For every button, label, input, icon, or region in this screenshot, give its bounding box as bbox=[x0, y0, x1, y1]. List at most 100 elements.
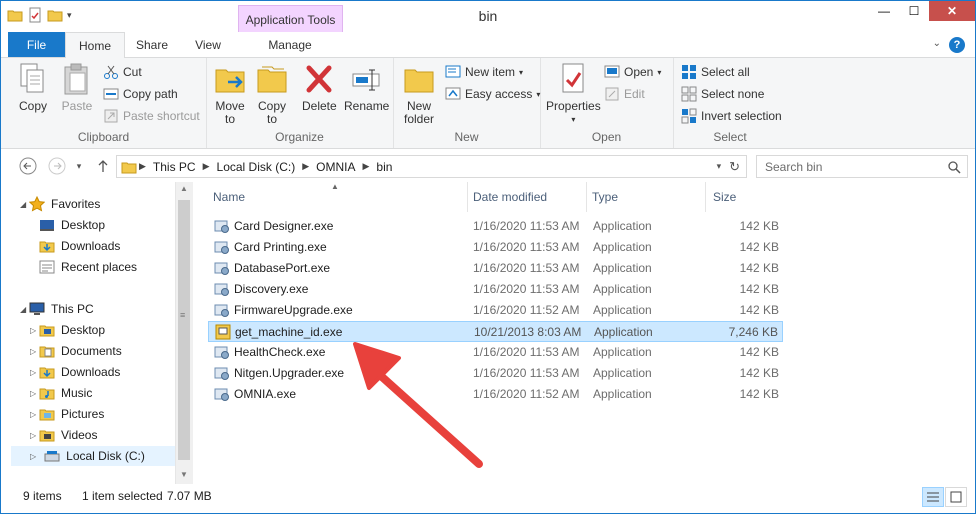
breadcrumb-separator[interactable]: ▶ bbox=[203, 161, 210, 172]
open-button[interactable]: Open ▾ bbox=[604, 64, 661, 80]
nav-favorites[interactable]: Favorites bbox=[29, 194, 100, 214]
new-folder-button[interactable]: New folder bbox=[403, 62, 435, 126]
cut-button[interactable]: Cut bbox=[103, 64, 142, 80]
navigation-scrollbar-thumb[interactable] bbox=[178, 200, 190, 460]
delete-button[interactable]: Delete bbox=[302, 62, 337, 113]
installer-app-icon bbox=[215, 324, 231, 340]
move-to-button[interactable]: Move to bbox=[214, 62, 246, 126]
details-view-button[interactable] bbox=[922, 487, 944, 507]
back-button[interactable] bbox=[18, 157, 38, 175]
move-to-icon bbox=[215, 69, 245, 93]
easy-access-button[interactable]: Easy access ▾ bbox=[445, 86, 540, 102]
breadcrumb-this-pc[interactable]: This PC bbox=[153, 160, 196, 174]
nav-pc-desktop[interactable]: Desktop bbox=[39, 320, 105, 340]
expand-music-icon[interactable]: ▷ bbox=[30, 389, 36, 398]
file-row[interactable]: Discovery.exe 1/16/2020 11:53 AM Applicati… bbox=[208, 279, 783, 300]
column-header-name-label: Name bbox=[213, 190, 246, 204]
properties-button[interactable]: Properties ▾ bbox=[546, 62, 601, 126]
collapse-this-pc-icon[interactable]: ◢ bbox=[20, 305, 26, 314]
computer-icon bbox=[29, 302, 45, 315]
file-row[interactable]: Nitgen.Upgrader.exe 1/16/2020 11:53 AM App… bbox=[208, 363, 783, 384]
breadcrumb-omnia[interactable]: OMNIA bbox=[316, 160, 355, 174]
file-row[interactable]: Card Designer.exe 1/16/2020 11:53 AM Appli… bbox=[208, 216, 783, 237]
application-icon bbox=[214, 262, 229, 275]
tab-manage[interactable]: Manage bbox=[239, 32, 341, 57]
file-row[interactable]: HealthCheck.exe 1/16/2020 11:53 AM Applica… bbox=[208, 342, 783, 363]
navigation-scrollbar[interactable]: ▲ ≡ ▼ bbox=[175, 182, 193, 484]
downloads-folder-icon bbox=[39, 367, 55, 379]
file-row[interactable]: FirmwareUpgrade.exe 1/16/2020 11:52 AM App… bbox=[208, 300, 783, 321]
help-icon[interactable]: ? bbox=[949, 37, 965, 53]
nav-music[interactable]: Music bbox=[39, 383, 92, 403]
up-button[interactable] bbox=[93, 157, 113, 175]
column-header-type[interactable]: Type bbox=[586, 182, 706, 212]
breadcrumb-local-disk[interactable]: Local Disk (C:) bbox=[217, 160, 296, 174]
maximize-button[interactable]: ☐ bbox=[899, 1, 929, 21]
column-header-date[interactable]: Date modified bbox=[467, 182, 587, 212]
breadcrumb-bin[interactable]: bin bbox=[376, 160, 392, 174]
scroll-up-icon[interactable]: ▲ bbox=[180, 184, 188, 193]
address-row: ▾ ▶ This PC ▶ Local Disk (C:) ▶ OMNIA ▶ … bbox=[1, 149, 975, 182]
nav-music-label: Music bbox=[61, 386, 93, 400]
file-row[interactable]: get_machine_id.exe 10/21/2013 8:03 AM Appl… bbox=[208, 321, 783, 342]
expand-downloads-icon[interactable]: ▷ bbox=[30, 368, 36, 377]
address-dropdown-icon[interactable]: ▾ bbox=[717, 161, 722, 172]
close-button[interactable]: ✕ bbox=[929, 1, 975, 21]
copy-path-button[interactable]: Copy path bbox=[103, 86, 178, 102]
expand-desktop-icon[interactable]: ▷ bbox=[30, 326, 36, 335]
file-date: 1/16/2020 11:53 AM bbox=[473, 366, 580, 380]
file-row[interactable]: Card Printing.exe 1/16/2020 11:53 AM Appli… bbox=[208, 237, 783, 258]
address-bar[interactable]: ▶ This PC ▶ Local Disk (C:) ▶ OMNIA ▶ bi… bbox=[116, 155, 747, 178]
collapse-favorites-icon[interactable]: ◢ bbox=[20, 200, 26, 209]
copy-to-button[interactable]: Copy to bbox=[256, 62, 288, 126]
edit-button[interactable]: Edit bbox=[604, 86, 645, 102]
copy-button[interactable]: Copy bbox=[17, 62, 49, 113]
chevron-down-icon[interactable]: ⌄ bbox=[933, 38, 941, 49]
nav-documents[interactable]: Documents bbox=[39, 341, 122, 361]
expand-pictures-icon[interactable]: ▷ bbox=[30, 410, 36, 419]
forward-button[interactable] bbox=[47, 157, 67, 175]
nav-this-pc[interactable]: This PC bbox=[29, 299, 94, 319]
column-header-name[interactable]: Name bbox=[193, 182, 468, 212]
tab-home[interactable]: Home bbox=[65, 32, 125, 59]
paste-shortcut-button[interactable]: Paste shortcut bbox=[103, 108, 200, 124]
nav-desktop[interactable]: Desktop bbox=[39, 215, 105, 235]
breadcrumb-separator[interactable]: ▶ bbox=[139, 161, 146, 172]
invert-selection-button[interactable]: Invert selection bbox=[681, 108, 782, 124]
recent-locations-dropdown[interactable]: ▾ bbox=[69, 157, 89, 175]
nav-pc-downloads[interactable]: Downloads bbox=[39, 362, 120, 382]
tab-share[interactable]: Share bbox=[125, 32, 179, 57]
expand-local-disk-icon[interactable]: ▷ bbox=[30, 452, 36, 461]
invert-selection-label: Invert selection bbox=[701, 109, 782, 123]
select-all-button[interactable]: Select all bbox=[681, 64, 750, 80]
file-row[interactable]: DatabasePort.exe 1/16/2020 11:53 AM Applic… bbox=[208, 258, 783, 279]
rename-button[interactable]: Rename bbox=[344, 62, 389, 113]
properties-large-icon bbox=[562, 63, 584, 93]
copy-label: Copy bbox=[18, 99, 47, 113]
new-item-dropdown-icon: ▾ bbox=[519, 67, 524, 77]
breadcrumb-separator[interactable]: ▶ bbox=[302, 161, 309, 172]
expand-documents-icon[interactable]: ▷ bbox=[30, 347, 36, 356]
nav-recent-places[interactable]: Recent places bbox=[39, 257, 137, 277]
scroll-down-icon[interactable]: ▼ bbox=[180, 470, 188, 479]
nav-videos[interactable]: Videos bbox=[39, 425, 97, 445]
expand-videos-icon[interactable]: ▷ bbox=[30, 431, 36, 440]
desktop-icon bbox=[40, 220, 54, 231]
new-item-button[interactable]: New item ▾ bbox=[445, 64, 523, 80]
open-dropdown-icon: ▾ bbox=[657, 67, 662, 77]
minimize-button[interactable]: — bbox=[869, 1, 899, 21]
paste-button[interactable]: Paste bbox=[61, 62, 93, 113]
select-none-button[interactable]: Select none bbox=[681, 86, 764, 102]
videos-icon bbox=[39, 430, 55, 442]
breadcrumb-separator[interactable]: ▶ bbox=[362, 161, 369, 172]
refresh-icon[interactable]: ↻ bbox=[729, 159, 740, 175]
nav-pictures[interactable]: Pictures bbox=[39, 404, 104, 424]
search-box[interactable]: Search bin bbox=[756, 155, 968, 178]
column-header-size[interactable]: Size bbox=[705, 182, 782, 212]
tab-view[interactable]: View bbox=[181, 32, 235, 57]
nav-local-disk[interactable]: ▷ Local Disk (C:) bbox=[11, 446, 175, 466]
tab-file[interactable]: File bbox=[8, 32, 65, 57]
large-icons-view-button[interactable] bbox=[945, 487, 967, 507]
nav-downloads[interactable]: Downloads bbox=[39, 236, 120, 256]
file-row[interactable]: OMNIA.exe 1/16/2020 11:52 AM Application 14… bbox=[208, 384, 783, 405]
